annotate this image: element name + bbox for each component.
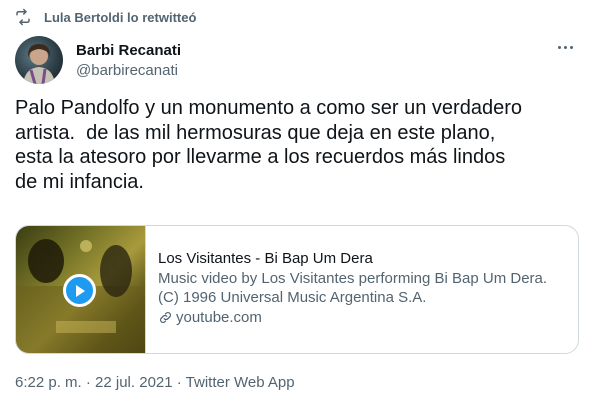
video-thumbnail[interactable] [16, 226, 146, 353]
card-description-line2: (C) 1996 Universal Music Argentina S.A. [158, 289, 427, 306]
card-title: Los Visitantes - Bi Bap Um Dera [158, 250, 373, 267]
avatar[interactable] [15, 36, 63, 84]
card-domain: youtube.com [158, 308, 547, 328]
card-domain-text: youtube.com [176, 308, 262, 326]
more-icon[interactable] [555, 40, 575, 54]
link-card[interactable]: Los Visitantes - Bi Bap Um Dera Music vi… [15, 225, 579, 354]
retweet-indicator[interactable]: Lula Bertoldi lo retwitteó [14, 8, 196, 26]
play-icon[interactable] [63, 274, 96, 307]
tweet-timestamp[interactable]: 6:22 p. m. · 22 jul. 2021 · Twitter Web … [15, 374, 295, 391]
author-block[interactable]: Barbi Recanati @barbirecanati [76, 41, 181, 80]
author-handle[interactable]: @barbirecanati [76, 61, 181, 80]
tweet-text: Palo Pandolfo y un monumento a como ser … [15, 97, 522, 193]
link-icon [160, 311, 171, 323]
author-name[interactable]: Barbi Recanati [76, 41, 181, 60]
retweeter-label[interactable]: Lula Bertoldi lo retwitteó [44, 10, 196, 25]
retweet-icon [14, 8, 32, 26]
card-description-line1: Music video by Los Visitantes performing… [158, 269, 548, 287]
